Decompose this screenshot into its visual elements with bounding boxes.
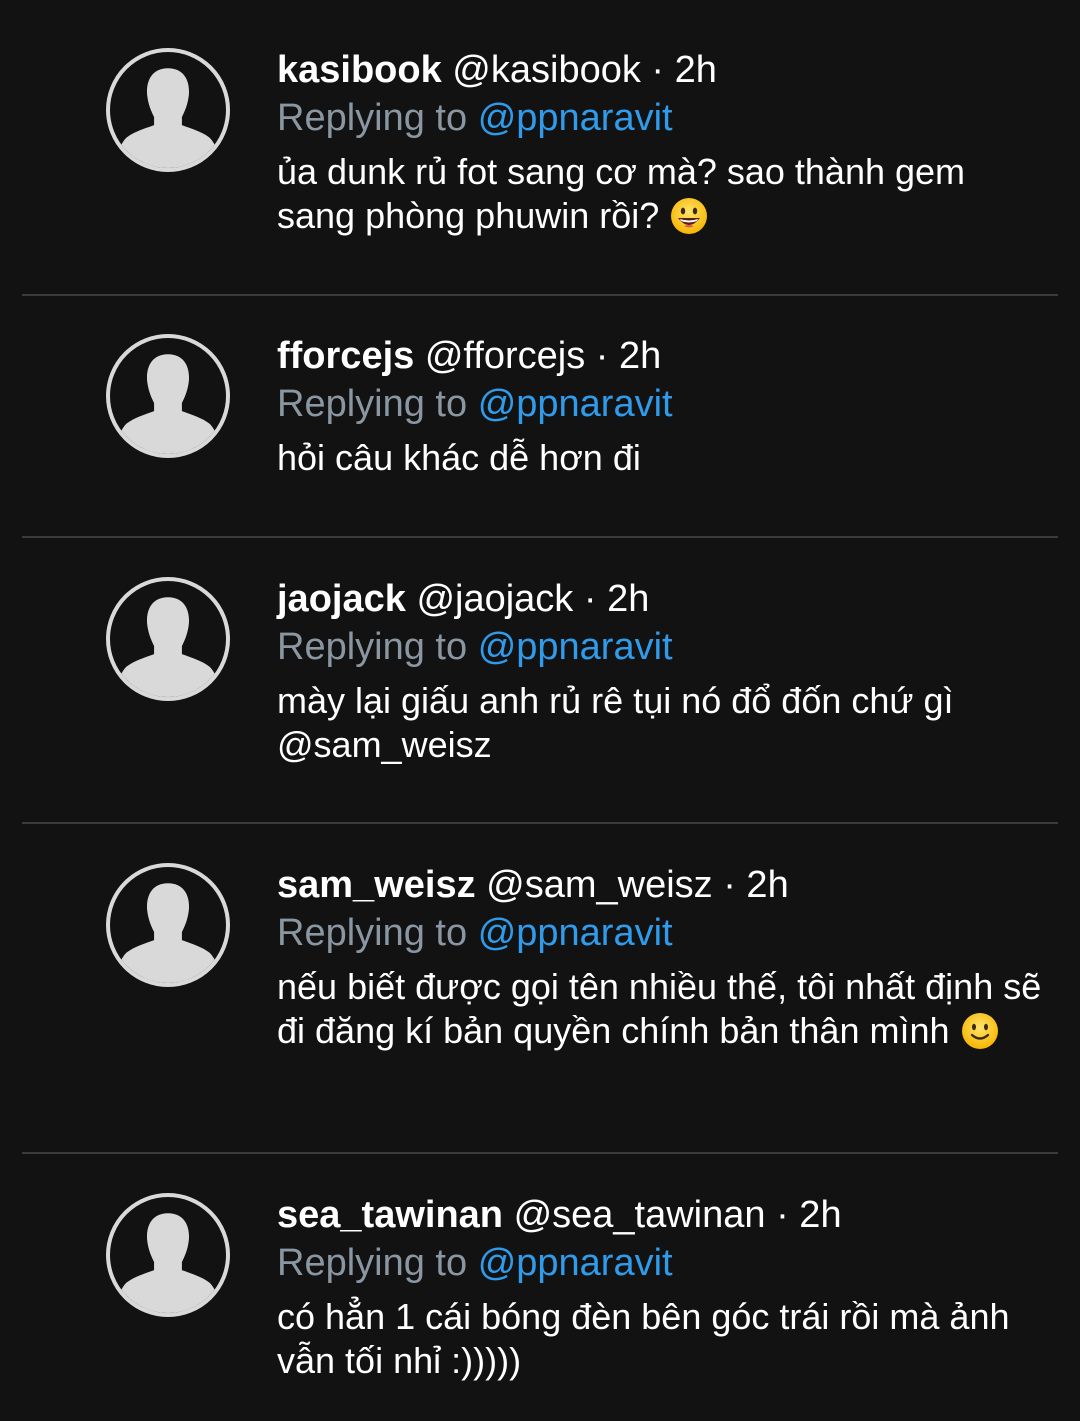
replying-to-mention[interactable]: @ppnaravit [478, 97, 673, 139]
display-name[interactable]: sam_weisz [277, 864, 476, 906]
replying-to-label: Replying to [277, 383, 468, 425]
replying-to-line: Replying to @ppnaravit [277, 94, 1050, 142]
divider [22, 1152, 1058, 1154]
timestamp: · 2h [776, 1194, 842, 1236]
reply-text: nếu biết được gọi tên nhiều thế, tôi nhấ… [277, 965, 1050, 1053]
reply-text-content: nếu biết được gọi tên nhiều thế, tôi nhấ… [277, 966, 1042, 1051]
replying-to-label: Replying to [277, 97, 468, 139]
timestamp: · 2h [723, 864, 789, 906]
display-name[interactable]: jaojack [277, 578, 406, 620]
reply-header: sam_weisz @sam_weisz · 2h [277, 861, 1050, 909]
grinning-face-emoji-icon [669, 196, 709, 236]
display-name[interactable]: kasibook [277, 49, 442, 91]
replying-to-line: Replying to @ppnaravit [277, 380, 1050, 428]
reply-text: mày lại giấu anh rủ rê tụi nó đổ đốn chứ… [277, 679, 1050, 767]
default-avatar-icon[interactable] [106, 48, 230, 172]
user-handle[interactable]: @fforcejs [425, 335, 585, 377]
default-avatar-icon[interactable] [106, 334, 230, 458]
divider [22, 822, 1058, 824]
divider [22, 294, 1058, 296]
reply-text-content: mày lại giấu anh rủ rê tụi nó đổ đốn chứ… [277, 680, 954, 765]
reply-header: sea_tawinan @sea_tawinan · 2h [277, 1191, 1050, 1239]
replying-to-label: Replying to [277, 1242, 468, 1284]
replying-to-label: Replying to [277, 912, 468, 954]
user-handle[interactable]: @jaojack [416, 578, 573, 620]
replying-to-mention[interactable]: @ppnaravit [478, 383, 673, 425]
reply-feed: kasibook @kasibook · 2h Replying to @ppn… [0, 0, 1080, 1421]
reply-text-content: ủa dunk rủ fot sang cơ mà? sao thành gem… [277, 151, 966, 236]
default-avatar-icon[interactable] [106, 863, 230, 987]
divider [22, 536, 1058, 538]
replying-to-line: Replying to @ppnaravit [277, 1239, 1050, 1287]
reply-header: jaojack @jaojack · 2h [277, 575, 1050, 623]
replying-to-mention[interactable]: @ppnaravit [478, 1242, 673, 1284]
replying-to-label: Replying to [277, 626, 468, 668]
user-handle[interactable]: @sam_weisz [486, 864, 713, 906]
reply-text-content: có hẳn 1 cái bóng đèn bên góc trái rồi m… [277, 1296, 1010, 1381]
display-name[interactable]: sea_tawinan [277, 1194, 503, 1236]
reply-text: có hẳn 1 cái bóng đèn bên góc trái rồi m… [277, 1295, 1050, 1383]
slightly-smiling-face-emoji-icon [960, 1011, 1000, 1051]
replying-to-mention[interactable]: @ppnaravit [478, 626, 673, 668]
reply-text: hỏi câu khác dễ hơn đi [277, 436, 1050, 480]
reply-text: ủa dunk rủ fot sang cơ mà? sao thành gem… [277, 150, 1050, 238]
default-avatar-icon[interactable] [106, 577, 230, 701]
user-handle[interactable]: @sea_tawinan [514, 1194, 766, 1236]
default-avatar-icon[interactable] [106, 1193, 230, 1317]
replying-to-line: Replying to @ppnaravit [277, 623, 1050, 671]
timestamp: · 2h [595, 335, 662, 377]
user-handle[interactable]: @kasibook [452, 49, 641, 91]
display-name[interactable]: fforcejs [277, 335, 414, 377]
reply-text-content: hỏi câu khác dễ hơn đi [277, 437, 641, 478]
timestamp: · 2h [583, 578, 650, 620]
replying-to-line: Replying to @ppnaravit [277, 909, 1050, 957]
timestamp: · 2h [651, 49, 717, 91]
replying-to-mention[interactable]: @ppnaravit [478, 912, 673, 954]
reply-header: fforcejs @fforcejs · 2h [277, 332, 1050, 380]
reply-header: kasibook @kasibook · 2h [277, 46, 1050, 94]
